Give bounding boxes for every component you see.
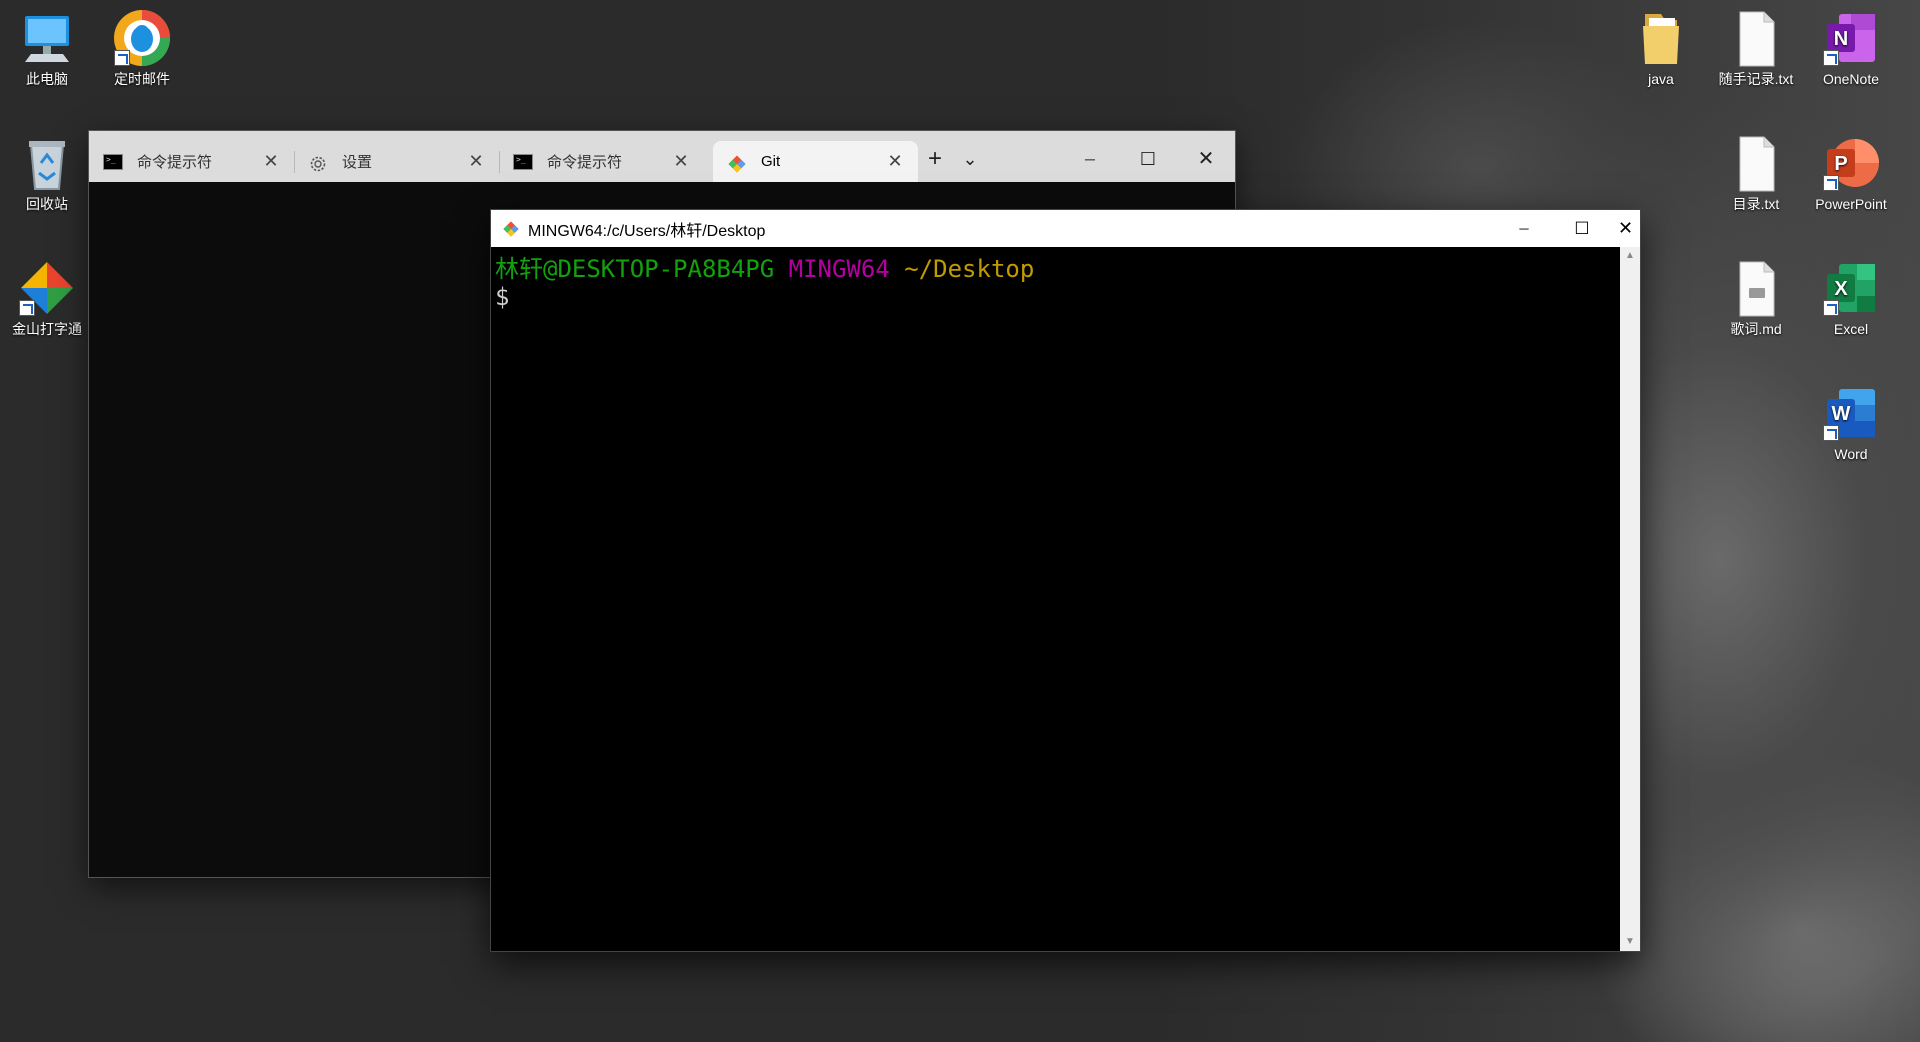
- cmd-icon: [103, 153, 123, 170]
- desktop-icon-label: 定时邮件: [114, 71, 170, 87]
- desktop-icon-label: 此电脑: [26, 71, 68, 87]
- prompt-path: ~/Desktop: [904, 255, 1035, 283]
- tab-command-prompt-1[interactable]: 命令提示符 ✕: [89, 141, 295, 182]
- desktop-icon-label: 回收站: [26, 196, 68, 212]
- vertical-scrollbar[interactable]: ▲ ▼: [1620, 247, 1640, 951]
- desktop-icon-label: 金山打字通: [12, 321, 82, 337]
- desktop-icon-word[interactable]: W Word: [1804, 375, 1898, 463]
- tab-close-icon[interactable]: ✕: [672, 152, 690, 170]
- desktop-icon-label: 歌词.md: [1730, 321, 1782, 337]
- minimize-button[interactable]: ─: [1495, 210, 1553, 247]
- shortcut-arrow-icon: [1823, 300, 1839, 316]
- svg-text:X: X: [1834, 278, 1848, 300]
- shortcut-arrow-icon: [19, 300, 35, 316]
- desktop-icon-this-pc[interactable]: 此电脑: [0, 0, 94, 88]
- powerpoint-icon: P: [1821, 133, 1881, 193]
- desktop-icon-scheduled-mail[interactable]: 定时邮件: [95, 0, 189, 88]
- tab-settings[interactable]: 设置 ✕: [294, 141, 500, 182]
- computer-icon: [17, 8, 77, 68]
- svg-text:W: W: [1832, 403, 1851, 425]
- typing-app-icon: [17, 258, 77, 318]
- tab-close-icon[interactable]: ✕: [467, 152, 485, 170]
- desktop-icon-label: java: [1648, 71, 1674, 87]
- tab-git[interactable]: Git ✕: [713, 141, 918, 182]
- prompt-user-host: 林轩@DESKTOP-PA8B4PG: [495, 255, 775, 283]
- tab-close-icon[interactable]: ✕: [262, 152, 280, 170]
- tab-label: 命令提示符: [547, 154, 623, 171]
- desktop-icon-onenote[interactable]: N OneNote: [1804, 0, 1898, 88]
- excel-icon: X: [1821, 258, 1881, 318]
- desktop-icon-catalog-txt[interactable]: 目录.txt: [1709, 125, 1803, 213]
- desktop-icon-label: OneNote: [1822, 71, 1880, 87]
- shortcut-arrow-icon: [1823, 425, 1839, 441]
- desktop-icon-java-folder[interactable]: java: [1614, 0, 1708, 88]
- desktop-icon-label: 目录.txt: [1732, 196, 1780, 212]
- text-file-icon: [1726, 133, 1786, 193]
- close-button[interactable]: ✕: [1611, 210, 1640, 247]
- tab-label: 命令提示符: [137, 154, 213, 171]
- desktop-icon-lyrics-md[interactable]: 歌词.md: [1709, 250, 1803, 338]
- maximize-button[interactable]: ☐: [1119, 141, 1177, 177]
- terminal-tab-bar: 命令提示符 ✕ 设置 ✕ 命令提示符 ✕: [89, 131, 1235, 182]
- cmd-icon: [513, 153, 533, 170]
- text-file-icon: [1726, 8, 1786, 68]
- prompt-line: 林轩@DESKTOP-PA8B4PG MINGW64 ~/Desktop: [495, 255, 1620, 283]
- maximize-button[interactable]: ☐: [1553, 210, 1611, 247]
- scroll-up-icon[interactable]: ▲: [1620, 247, 1640, 265]
- desktop-icon-label: Excel: [1833, 321, 1869, 337]
- svg-text:P: P: [1834, 153, 1847, 175]
- prompt-symbol: $: [495, 283, 510, 311]
- minimize-button[interactable]: ─: [1061, 141, 1119, 177]
- desktop-icon-recycle-bin[interactable]: 回收站: [0, 125, 94, 213]
- onenote-icon: N: [1821, 8, 1881, 68]
- qq-mail-icon: [112, 8, 172, 68]
- shortcut-arrow-icon: [1823, 175, 1839, 191]
- prompt-msystem: MINGW64: [788, 255, 890, 283]
- tab-label: 设置: [342, 154, 373, 171]
- window-title: MINGW64:/c/Users/林轩/Desktop: [528, 222, 766, 240]
- desktop-icon-label: Word: [1834, 446, 1868, 462]
- recycle-bin-icon: [17, 133, 77, 193]
- desktop-icon-label: PowerPoint: [1815, 196, 1887, 212]
- gear-icon: [308, 154, 328, 171]
- desktop-icon-label: 随手记录.txt: [1718, 71, 1794, 87]
- terminal-output[interactable]: 林轩@DESKTOP-PA8B4PG MINGW64 ~/Desktop $: [491, 247, 1620, 951]
- scroll-down-icon[interactable]: ▼: [1620, 933, 1640, 951]
- shortcut-arrow-icon: [114, 50, 130, 66]
- input-line[interactable]: $: [495, 283, 1620, 311]
- desktop-icon-powerpoint[interactable]: P PowerPoint: [1804, 125, 1898, 213]
- desktop-icon-excel[interactable]: X Excel: [1804, 250, 1898, 338]
- git-icon: [502, 220, 520, 238]
- tab-dropdown-button[interactable]: ⌄: [955, 141, 985, 177]
- desktop-icon-notes-txt[interactable]: 随手记录.txt: [1709, 0, 1803, 88]
- tab-label: Git: [761, 153, 781, 170]
- close-button[interactable]: ✕: [1177, 141, 1235, 177]
- git-window-titlebar[interactable]: MINGW64:/c/Users/林轩/Desktop ─ ☐ ✕: [491, 210, 1640, 247]
- word-icon: W: [1821, 383, 1881, 443]
- shortcut-arrow-icon: [1823, 50, 1839, 66]
- markdown-file-icon: [1726, 258, 1786, 318]
- tab-command-prompt-2[interactable]: 命令提示符 ✕: [499, 141, 704, 182]
- desktop-icon-typing-app[interactable]: 金山打字通: [0, 250, 94, 338]
- new-tab-button[interactable]: +: [915, 141, 955, 177]
- tab-close-icon[interactable]: ✕: [886, 152, 904, 170]
- svg-text:N: N: [1834, 28, 1848, 50]
- folder-icon: [1631, 8, 1691, 68]
- git-icon: [727, 154, 747, 172]
- git-bash-window[interactable]: MINGW64:/c/Users/林轩/Desktop ─ ☐ ✕ 林轩@DES…: [491, 210, 1640, 951]
